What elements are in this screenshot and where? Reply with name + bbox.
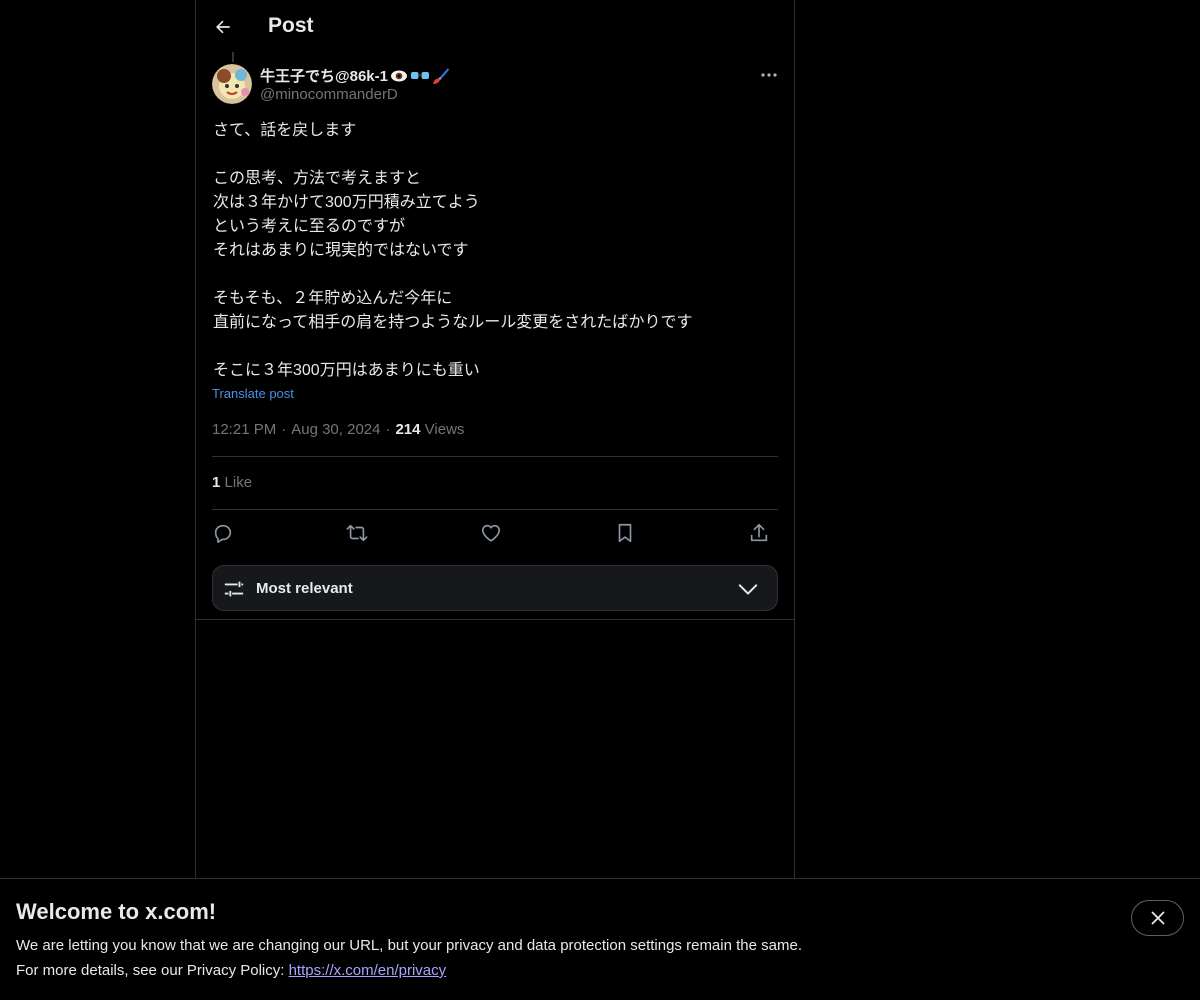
reply-sort-dropdown[interactable]: Most relevant — [212, 565, 778, 611]
post-actions-bar — [212, 518, 778, 548]
post-date[interactable]: Aug 30, 2024 — [291, 421, 380, 438]
reply-button[interactable] — [208, 518, 238, 548]
glasses-emoji-icon — [411, 71, 429, 79]
author-display-name[interactable]: 牛王子でち@86k-1 — [260, 65, 450, 86]
share-icon — [750, 523, 768, 542]
back-button[interactable] — [206, 10, 240, 44]
more-options-button[interactable] — [756, 64, 782, 86]
display-name-text: 牛王子でち@86k-1 — [260, 68, 388, 85]
privacy-policy-link[interactable]: https://x.com/en/privacy — [289, 962, 447, 979]
share-button[interactable] — [744, 518, 774, 548]
banner-privacy-line: For more details, see our Privacy Policy… — [16, 962, 446, 979]
divider — [212, 509, 778, 510]
separator-dot: · — [385, 421, 391, 438]
divider — [196, 619, 794, 620]
repost-icon — [346, 524, 368, 542]
divider — [212, 456, 778, 457]
paintbrush-emoji-icon — [433, 67, 449, 84]
separator-dot: · — [281, 421, 287, 438]
post-column: Post 牛王子でち@86k-1 @minocommanderD さて、話を戻し… — [195, 0, 795, 879]
bookmark-icon — [618, 523, 632, 543]
banner-title: Welcome to x.com! — [16, 899, 217, 924]
banner-privacy-prefix: For more details, see our Privacy Policy… — [16, 962, 289, 979]
translate-post-link[interactable]: Translate post — [212, 386, 294, 401]
sort-label: Most relevant — [256, 580, 353, 597]
author-handle[interactable]: @minocommanderD — [260, 86, 398, 103]
post-time[interactable]: 12:21 PM — [212, 421, 276, 438]
chevron-down-icon — [738, 584, 758, 595]
url-change-banner: Welcome to x.com! We are letting you kno… — [0, 878, 1200, 1000]
display-name-emojis — [390, 67, 450, 85]
like-button[interactable] — [476, 518, 506, 548]
likes-count: 1 — [212, 474, 221, 491]
close-banner-button[interactable] — [1131, 900, 1184, 936]
likes-label: Like — [224, 474, 253, 491]
repost-button[interactable] — [342, 518, 372, 548]
post-header: Post — [196, 0, 794, 54]
more-horizontal-icon — [761, 73, 777, 77]
bookmark-button[interactable] — [610, 518, 640, 548]
arrow-left-icon — [216, 20, 230, 34]
sliders-icon — [224, 581, 244, 597]
avatar[interactable] — [212, 64, 252, 104]
views-label: Views — [424, 421, 465, 438]
thread-connector-line — [232, 52, 234, 62]
likes-summary[interactable]: 1 Like — [212, 474, 252, 491]
eye-emoji-icon — [391, 70, 407, 81]
post-metadata: 12:21 PM · Aug 30, 2024 · 214 Views — [212, 421, 464, 438]
banner-message: We are letting you know that we are chan… — [16, 937, 802, 954]
heart-icon — [481, 524, 501, 542]
views-count: 214 — [395, 421, 421, 438]
post-text: さて、話を戻します この思考、方法で考えますと 次は３年かけて300万円積み立て… — [213, 122, 693, 379]
reply-icon — [214, 524, 232, 543]
page-title: Post — [268, 14, 314, 37]
close-icon — [1151, 911, 1164, 925]
